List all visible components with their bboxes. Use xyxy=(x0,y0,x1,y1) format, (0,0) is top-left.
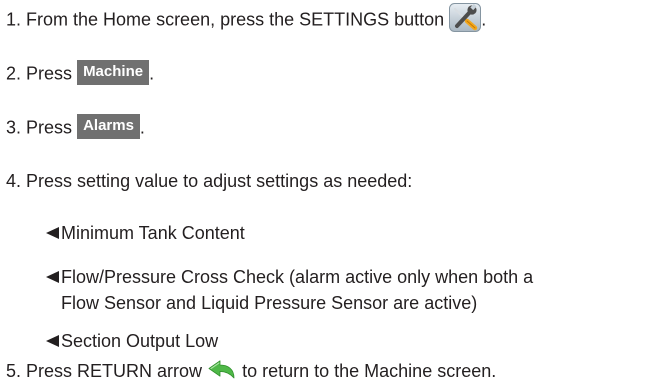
step-text: Press xyxy=(26,63,73,84)
step-4: 4. Press setting value to adjust setting… xyxy=(6,170,412,192)
step-number: 2. xyxy=(6,63,22,84)
step-number: 4. xyxy=(6,171,22,191)
step-end-punct: . xyxy=(149,63,155,84)
step-number: 3. xyxy=(6,117,22,138)
bullet-continuation: Flow Sensor and Liquid Pressure Sensor a… xyxy=(61,292,477,314)
bullet-text: Minimum Tank Content xyxy=(61,223,245,243)
step-end-punct: . xyxy=(139,117,145,138)
step-2: 2. Press Machine. xyxy=(6,60,155,87)
settings-icon[interactable] xyxy=(449,3,482,32)
return-arrow-icon[interactable] xyxy=(207,360,237,380)
step-1: 1. From the Home screen, press the SETTI… xyxy=(6,3,487,35)
machine-button[interactable]: Machine xyxy=(77,60,150,85)
instructions-page: 1. From the Home screen, press the SETTI… xyxy=(0,0,647,389)
step-text: Press setting value to adjust settings a… xyxy=(26,171,413,191)
step-text: From the Home screen, press the SETTINGS… xyxy=(26,9,445,30)
step-end-punct: . xyxy=(481,9,487,30)
step-3: 3. Press Alarms. xyxy=(6,114,145,141)
bullet-item: Flow/Pressure Cross Check (alarm active … xyxy=(46,266,533,288)
step-text: Press xyxy=(26,117,73,138)
step-5: 5. Press RETURN arrow to return to the M… xyxy=(6,360,496,382)
step-number: 5. xyxy=(6,361,22,381)
bullet-text: Flow Sensor and Liquid Pressure Sensor a… xyxy=(61,293,478,313)
left-triangle-bullet-icon xyxy=(46,271,59,284)
bullet-item: Section Output Low xyxy=(46,330,218,352)
alarms-button[interactable]: Alarms xyxy=(77,114,140,139)
left-triangle-bullet-icon xyxy=(46,335,59,348)
step-text: to return to the Machine screen. xyxy=(242,361,497,381)
bullet-text: Section Output Low xyxy=(61,331,219,351)
step-text: Press RETURN arrow xyxy=(26,361,203,381)
step-number: 1. xyxy=(6,9,22,30)
bullet-text: Flow/Pressure Cross Check (alarm active … xyxy=(61,267,534,287)
left-triangle-bullet-icon xyxy=(46,227,59,240)
bullet-item: Minimum Tank Content xyxy=(46,222,245,244)
